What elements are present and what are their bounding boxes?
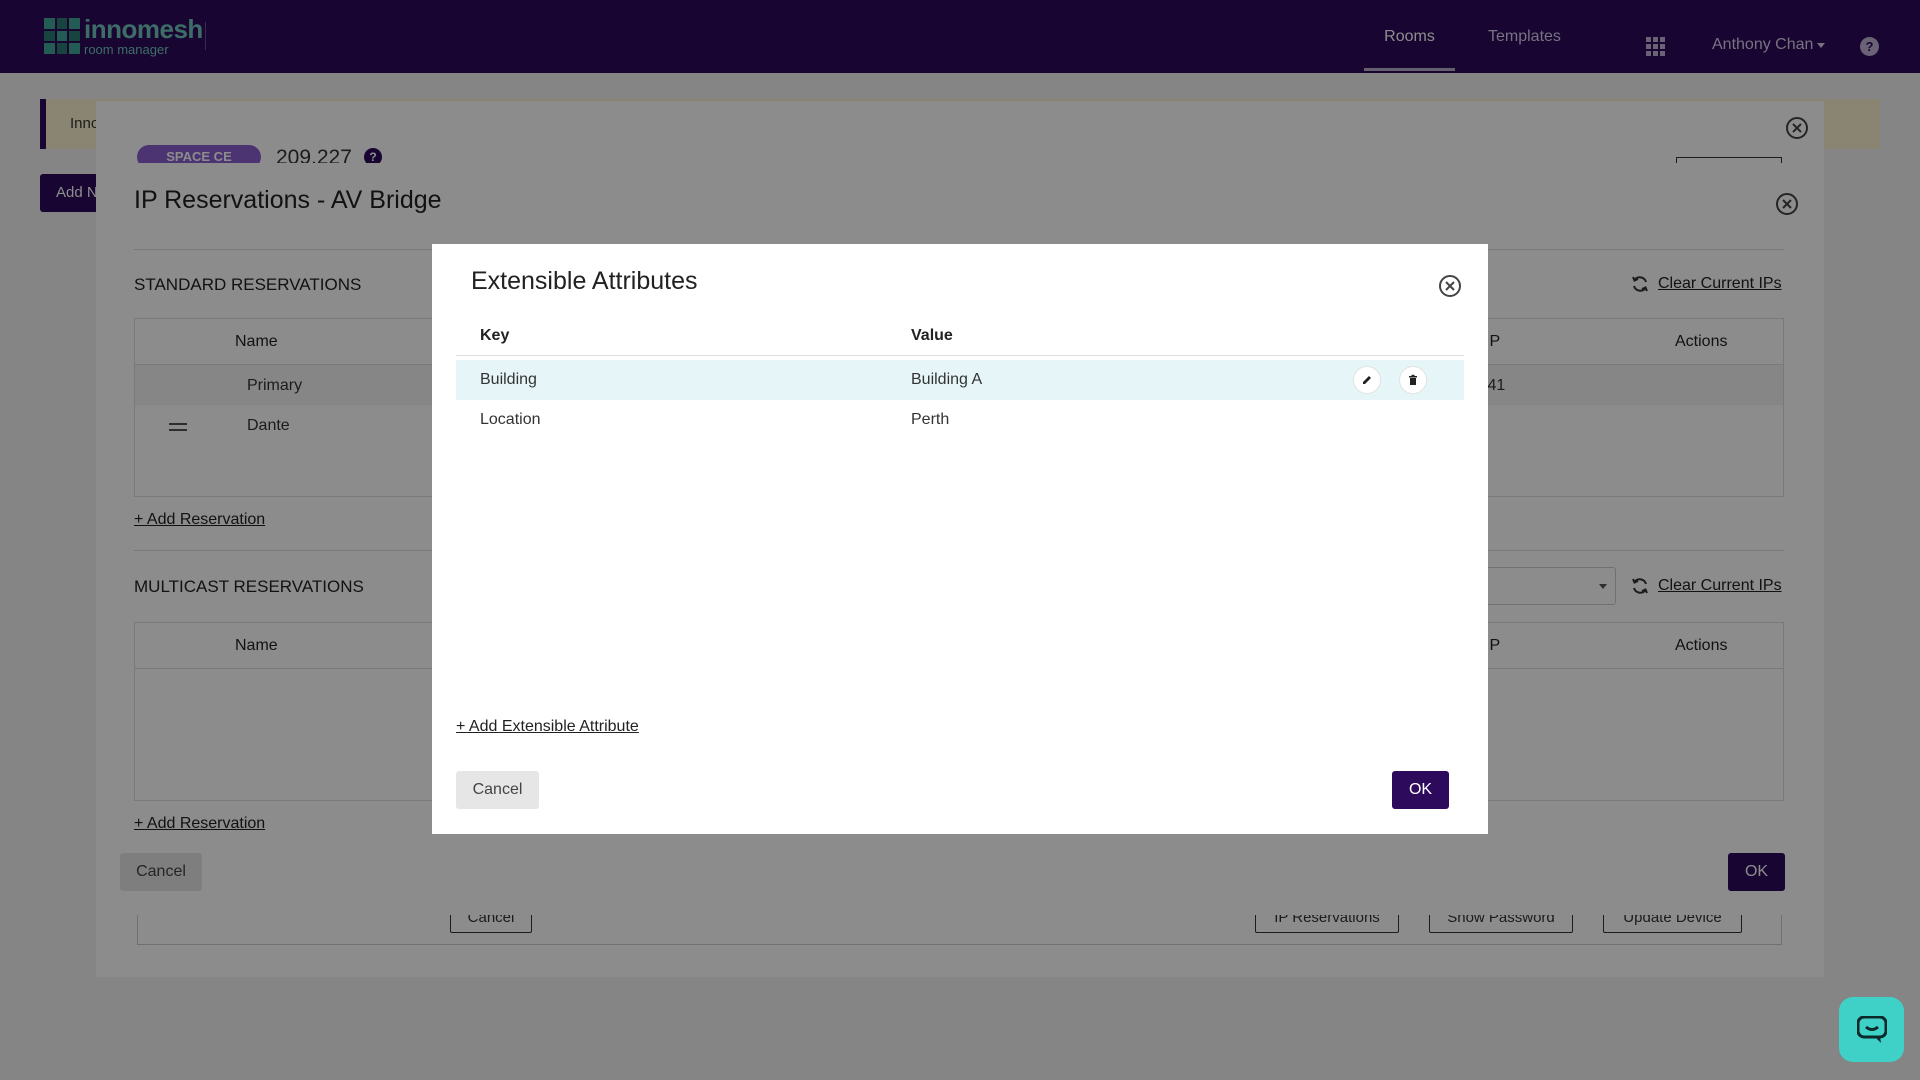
add-extensible-attribute-link[interactable]: + Add Extensible Attribute — [456, 718, 639, 736]
attribute-key: Location — [480, 411, 541, 428]
table-row[interactable]: Building Building A — [456, 360, 1464, 400]
edit-icon — [1363, 376, 1371, 384]
chat-launcher-button[interactable] — [1839, 997, 1904, 1062]
extensible-attributes-modal: Extensible Attributes Key Value Building… — [432, 244, 1488, 834]
modal-title: Extensible Attributes — [471, 267, 698, 295]
column-header-key: Key — [480, 327, 510, 344]
table-row[interactable]: Location Perth — [456, 400, 1464, 440]
chat-icon — [1856, 1015, 1887, 1043]
attribute-value: Building A — [911, 371, 983, 388]
ok-button[interactable]: OK — [1392, 771, 1449, 809]
cancel-button[interactable]: Cancel — [456, 771, 539, 809]
attribute-value: Perth — [911, 411, 950, 428]
table-header: Key Value — [456, 314, 1464, 356]
column-header-value: Value — [911, 327, 953, 344]
attribute-key: Building — [480, 371, 537, 388]
close-icon[interactable] — [1438, 274, 1462, 298]
edit-button[interactable] — [1353, 366, 1381, 394]
delete-icon — [1409, 374, 1417, 385]
delete-button[interactable] — [1399, 366, 1427, 394]
